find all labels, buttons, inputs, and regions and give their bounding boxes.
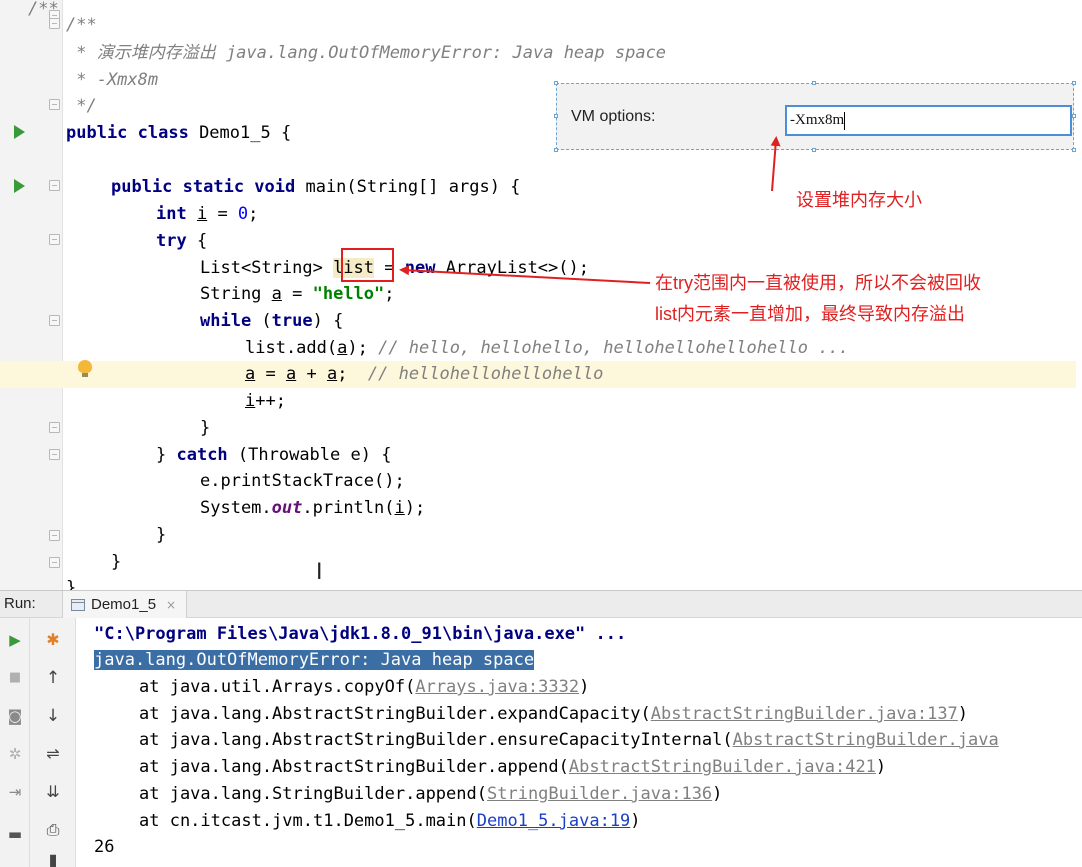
- code-line: }: [66, 578, 77, 590]
- code-line: }: [200, 418, 211, 438]
- console-icon: [71, 598, 85, 611]
- code-line: System.out.println(i);: [200, 498, 426, 518]
- scroll-to-end-icon[interactable]: ⇊: [41, 782, 65, 802]
- heap-size-note: 设置堆内存大小: [796, 190, 922, 210]
- close-icon[interactable]: ×: [166, 598, 176, 612]
- lightbulb-icon[interactable]: [78, 360, 92, 378]
- stack-trace-line: at java.lang.StringBuilder.append(String…: [139, 784, 723, 804]
- stack-trace-line: at java.util.Arrays.copyOf(Arrays.java:3…: [139, 677, 590, 697]
- fold-marker-icon[interactable]: [49, 530, 60, 541]
- highlight-box: [341, 248, 394, 282]
- source-link[interactable]: Demo1_5.java:19: [477, 811, 631, 831]
- run-main-icon[interactable]: [14, 179, 25, 193]
- fold-marker-icon[interactable]: [49, 422, 60, 433]
- fold-marker-icon[interactable]: [49, 449, 60, 460]
- fold-marker-icon[interactable]: [49, 315, 60, 326]
- pin-icon[interactable]: ✱: [41, 630, 65, 650]
- source-link[interactable]: AbstractStringBuilder.java:137: [651, 704, 958, 724]
- run-class-icon[interactable]: [14, 125, 25, 139]
- source-link[interactable]: AbstractStringBuilder.java: [733, 730, 999, 750]
- run-toolbar-primary: ▶ ■ ◙ ✲ ⇥ ▬: [0, 618, 30, 867]
- fold-marker-icon[interactable]: [49, 234, 60, 245]
- run-label: Run:: [4, 595, 36, 612]
- print-icon[interactable]: ⎙: [41, 820, 65, 840]
- debug-icon[interactable]: ✲: [3, 744, 27, 764]
- run-tab-label: Demo1_5: [91, 596, 157, 613]
- console-line-result: 26: [94, 837, 115, 857]
- code-line: public class Demo1_5 {: [66, 123, 292, 143]
- run-panel-header: Run: Demo1_5 ×: [0, 590, 1082, 618]
- vm-options-panel: VM options: -Xmx8m: [554, 81, 1076, 152]
- list-note-line-1: 在try范围内一直被使用，所以不会被回收: [655, 273, 981, 293]
- exit-icon[interactable]: ⇥: [3, 782, 27, 802]
- code-line: i++;: [245, 391, 286, 411]
- soft-wrap-icon[interactable]: ⇌: [41, 744, 65, 764]
- code-line: try {: [156, 231, 208, 251]
- run-tab-demo1-5[interactable]: Demo1_5 ×: [62, 591, 188, 618]
- fold-marker-icon[interactable]: [49, 557, 60, 568]
- stack-trace-line: at java.lang.AbstractStringBuilder.expan…: [139, 704, 969, 724]
- stop-icon[interactable]: ■: [3, 668, 27, 688]
- code-editor[interactable]: /** /** * 演示堆内存溢出 java.lang.OutOfMemoryE…: [0, 0, 1082, 590]
- code-line: public static void main(String[] args) {: [111, 177, 521, 197]
- code-line: while (true) {: [200, 311, 344, 331]
- code-line: e.printStackTrace();: [200, 471, 405, 491]
- rerun-icon[interactable]: ▶: [3, 630, 27, 650]
- code-line: * 演示堆内存溢出 java.lang.OutOfMemoryError: Ja…: [66, 43, 667, 63]
- code-line: /**: [28, 0, 59, 19]
- stack-trace-line: at cn.itcast.jvm.t1.Demo1_5.main(Demo1_5…: [139, 811, 641, 831]
- fold-marker-icon[interactable]: [49, 99, 60, 110]
- code-line: }: [156, 525, 167, 545]
- arrow-down-icon[interactable]: ↓: [41, 706, 65, 726]
- code-line: } catch (Throwable e) {: [156, 445, 392, 465]
- code-line: list.add(a); // hello, hellohello, hello…: [245, 338, 849, 358]
- console-line-error[interactable]: java.lang.OutOfMemoryError: Java heap sp…: [94, 647, 535, 674]
- source-link[interactable]: Arrays.java:3332: [415, 677, 579, 697]
- vm-options-input[interactable]: -Xmx8m: [785, 105, 1072, 136]
- code-line: a = a + a; // hellohellohellohello: [245, 364, 604, 384]
- code-line: /**: [66, 15, 97, 35]
- vm-options-label: VM options:: [571, 108, 656, 125]
- code-line: String a = "hello";: [200, 284, 395, 304]
- layout-icon[interactable]: ▬: [3, 824, 27, 844]
- arrow-up-icon[interactable]: ↑: [41, 668, 65, 688]
- code-line: List<String> list = new ArrayList<>();: [200, 258, 589, 278]
- source-link[interactable]: AbstractStringBuilder.java:421: [569, 757, 876, 777]
- stack-trace-line: at java.lang.AbstractStringBuilder.appen…: [139, 757, 887, 777]
- list-note-line-2: list内元素一直增加，最终导致内存溢出: [655, 304, 965, 324]
- gutter-divider: [62, 0, 63, 590]
- trash-icon[interactable]: ▮: [41, 850, 65, 867]
- camera-icon[interactable]: ◙: [3, 706, 27, 726]
- text-cursor-icon: I: [316, 560, 323, 585]
- run-toolbar-secondary: ✱ ↑ ↓ ⇌ ⇊ ⎙ ▮: [30, 618, 76, 867]
- code-line: }: [111, 552, 122, 572]
- editor-gutter: [0, 0, 62, 590]
- console-line-command: "C:\Program Files\Java\jdk1.8.0_91\bin\j…: [94, 624, 627, 644]
- code-line: int i = 0;: [156, 204, 259, 224]
- code-line: * -Xmx8m: [66, 70, 159, 90]
- fold-marker-icon[interactable]: [49, 180, 60, 191]
- stack-trace-line: at java.lang.AbstractStringBuilder.ensur…: [139, 730, 999, 750]
- source-link[interactable]: StringBuilder.java:136: [487, 784, 712, 804]
- code-line: */: [66, 96, 97, 116]
